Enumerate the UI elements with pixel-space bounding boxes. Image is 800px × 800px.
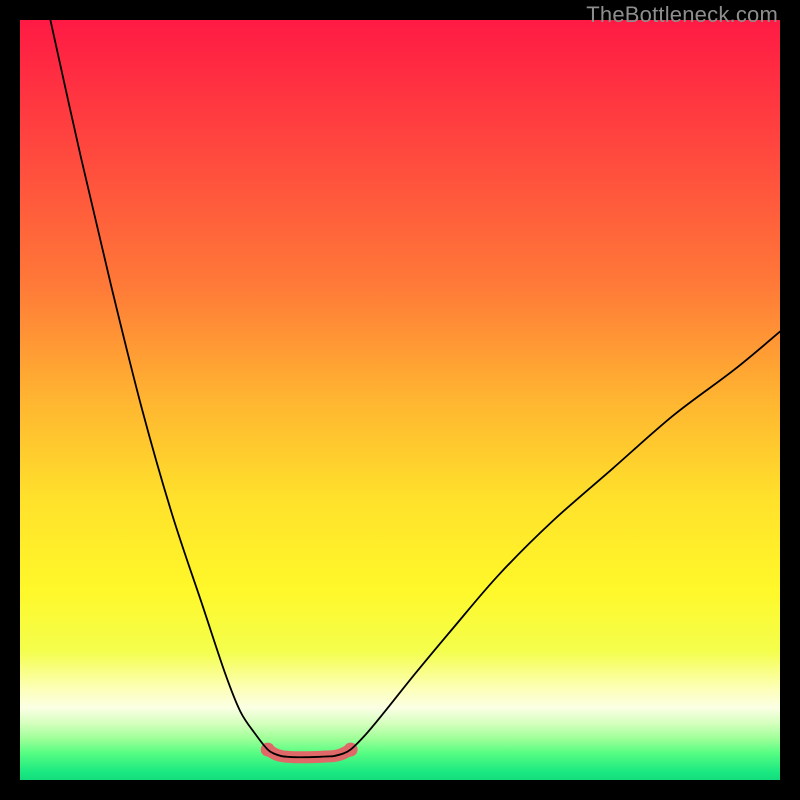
gradient-background [20, 20, 780, 780]
bottleneck-chart-svg [20, 20, 780, 780]
watermark-label: TheBottleneck.com [586, 2, 778, 28]
plot-area [20, 20, 780, 780]
chart-frame: TheBottleneck.com [0, 0, 800, 800]
